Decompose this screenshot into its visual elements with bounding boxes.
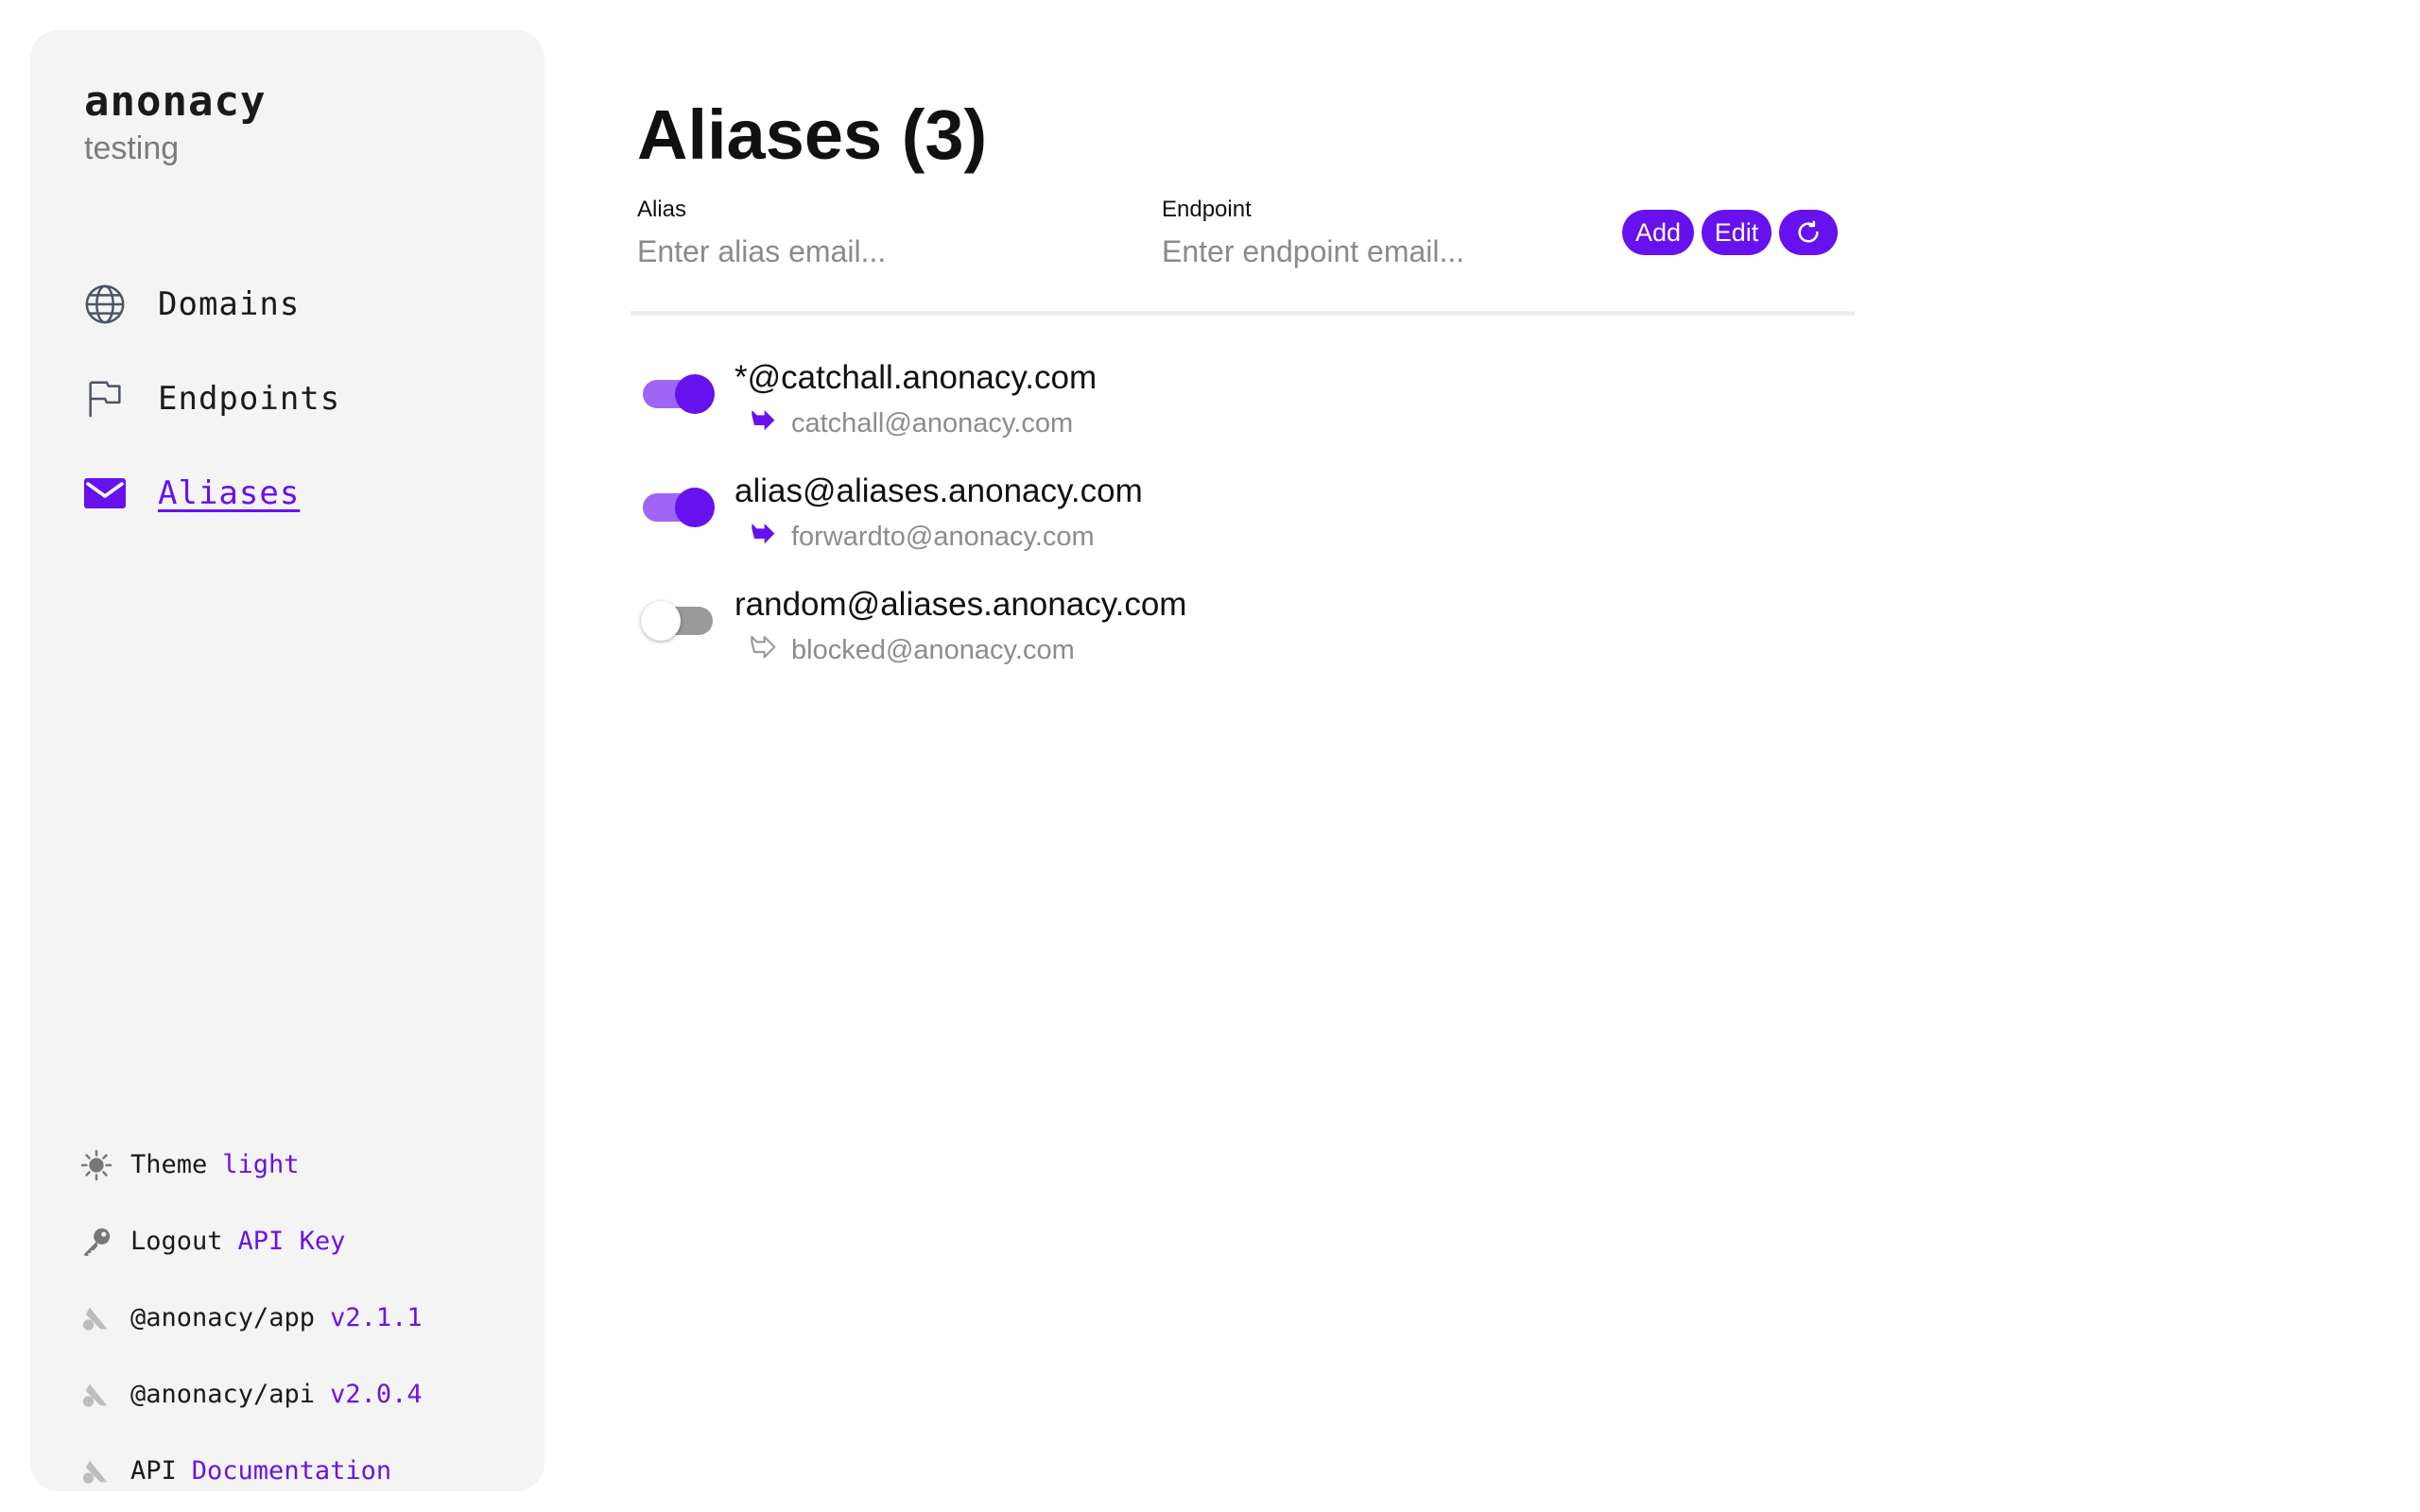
- app-version-row: @anonacy/app v2.1.1: [78, 1280, 423, 1356]
- alias-address: random@aliases.anonacy.com: [735, 586, 1187, 623]
- alias-address: alias@aliases.anonacy.com: [735, 472, 1143, 509]
- sidebar: anonacy testing Domains Endpoints Aliase…: [30, 30, 544, 1491]
- toggle-knob: [675, 488, 715, 527]
- endpoint-field: Endpoint: [1162, 197, 1559, 269]
- globe-icon: [82, 282, 128, 327]
- sidebar-item-label: Domains: [158, 285, 301, 323]
- sun-icon: [78, 1146, 115, 1184]
- sidebar-item-label: Aliases: [158, 474, 301, 512]
- sidebar-item-domains[interactable]: Domains: [82, 257, 340, 352]
- api-documentation-link[interactable]: Documentation: [192, 1456, 391, 1486]
- alias-enabled-toggle[interactable]: [643, 374, 715, 414]
- docs-label: API: [130, 1456, 177, 1486]
- alias-endpoint: forwardto@anonacy.com: [791, 522, 1095, 552]
- logout-api-key-link[interactable]: API Key: [238, 1227, 346, 1256]
- page-title: Aliases (3): [637, 95, 988, 174]
- forward-arrow-icon: [747, 633, 777, 663]
- mail-icon: [82, 471, 128, 516]
- sidebar-item-endpoints[interactable]: Endpoints: [82, 352, 340, 446]
- app-package-label: @anonacy/app: [130, 1303, 316, 1332]
- api-package-label: @anonacy/api: [130, 1380, 316, 1409]
- endpoint-input[interactable]: [1162, 234, 1559, 269]
- alias-enabled-toggle[interactable]: [641, 601, 713, 641]
- theme-toggle-link[interactable]: light: [222, 1150, 299, 1179]
- edit-button[interactable]: Edit: [1702, 210, 1772, 255]
- alias-address: *@catchall.anonacy.com: [735, 359, 1098, 396]
- sidebar-nav: Domains Endpoints Aliases: [82, 257, 340, 541]
- divider: [631, 311, 1855, 316]
- alias-list-item: alias@aliases.anonacy.com forwardto@anon…: [635, 472, 1770, 576]
- logout-label: Logout: [130, 1227, 223, 1256]
- refresh-icon: [1795, 219, 1822, 246]
- toggle-knob: [641, 601, 681, 641]
- alias-field: Alias: [637, 197, 1034, 269]
- refresh-button[interactable]: [1779, 210, 1838, 255]
- logout-row: Logout API Key: [78, 1203, 423, 1280]
- key-icon: [78, 1223, 115, 1261]
- sidebar-footer: Theme light Logout API Key @anonacy/app …: [78, 1126, 423, 1509]
- anonacy-logo-icon: [78, 1452, 115, 1490]
- alias-field-label: Alias: [637, 197, 687, 222]
- forward-arrow-icon: [747, 406, 777, 437]
- alias-endpoint: catchall@anonacy.com: [791, 408, 1074, 438]
- sidebar-item-label: Endpoints: [158, 380, 341, 418]
- anonacy-logo-icon: [78, 1376, 115, 1414]
- api-version-row: @anonacy/api v2.0.4: [78, 1356, 423, 1433]
- forward-arrow-icon: [747, 520, 777, 550]
- docs-row: API Documentation: [78, 1433, 423, 1509]
- add-button[interactable]: Add: [1622, 210, 1694, 255]
- theme-label: Theme: [130, 1150, 208, 1179]
- api-version-link[interactable]: v2.0.4: [330, 1380, 423, 1409]
- alias-enabled-toggle[interactable]: [643, 488, 715, 527]
- alias-input[interactable]: [637, 234, 1034, 269]
- alias-list-item: *@catchall.anonacy.com catchall@anonacy.…: [635, 359, 1770, 463]
- alias-list-item: random@aliases.anonacy.com blocked@anona…: [635, 586, 1770, 690]
- alias-endpoint: blocked@anonacy.com: [791, 635, 1075, 665]
- theme-row: Theme light: [78, 1126, 423, 1203]
- brand-subtitle: testing: [84, 130, 180, 167]
- brand-name: anonacy: [84, 77, 267, 126]
- sidebar-item-aliases[interactable]: Aliases: [82, 446, 340, 541]
- toggle-knob: [675, 374, 715, 414]
- brand: anonacy testing: [84, 77, 267, 167]
- app-version-link[interactable]: v2.1.1: [330, 1303, 423, 1332]
- flag-icon: [82, 376, 128, 421]
- anonacy-logo-icon: [78, 1299, 115, 1337]
- endpoint-field-label: Endpoint: [1162, 197, 1252, 222]
